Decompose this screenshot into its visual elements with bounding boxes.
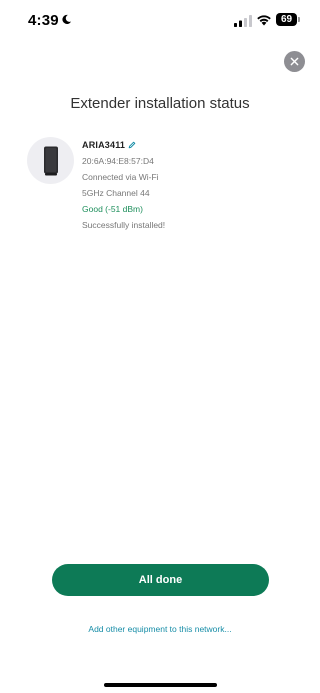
- close-button[interactable]: [284, 51, 305, 72]
- battery-tip: [298, 17, 300, 22]
- screen: 4:39 69 Extender installation status ARI…: [0, 0, 320, 693]
- signal-icon: [234, 15, 252, 27]
- device-signal-strength: Good (-51 dBm): [82, 204, 143, 214]
- device-info: ARIA3411 20:6A:94:E8:57:D4 Connected via…: [82, 138, 165, 231]
- status-time: 4:39: [28, 12, 59, 29]
- page-title: Extender installation status: [70, 95, 250, 112]
- pencil-icon[interactable]: [128, 141, 136, 149]
- device-mac-address: 20:6A:94:E8:57:D4: [82, 156, 154, 166]
- home-indicator[interactable]: [104, 683, 217, 687]
- status-bar: 4:39 69: [0, 0, 320, 44]
- device-install-status: Successfully installed!: [82, 220, 166, 230]
- device-connection: Connected via Wi-Fi: [82, 172, 159, 182]
- add-equipment-link[interactable]: Add other equipment to this network...: [0, 624, 320, 634]
- device-avatar: [27, 137, 74, 184]
- all-done-button[interactable]: All done: [52, 564, 269, 596]
- device-band-channel: 5GHz Channel 44: [82, 188, 150, 198]
- device-name: ARIA3411: [82, 139, 126, 150]
- moon-icon: [62, 14, 72, 25]
- device-name-row: ARIA3411: [82, 138, 165, 151]
- wifi-icon: [257, 15, 271, 26]
- battery-icon: 69: [276, 13, 300, 26]
- close-icon: [290, 57, 299, 66]
- extender-device-icon: [43, 146, 58, 175]
- battery-level: 69: [276, 13, 297, 26]
